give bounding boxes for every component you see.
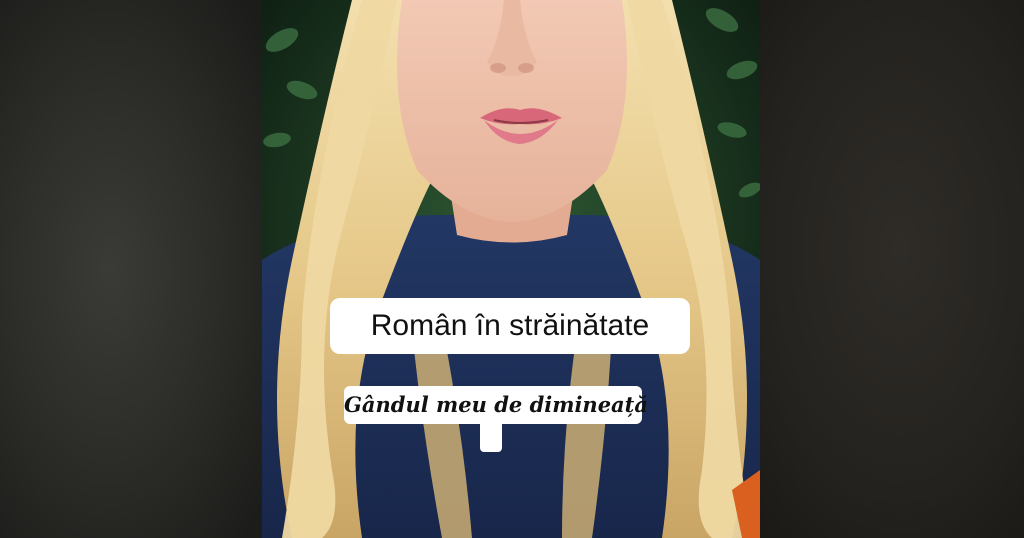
blurred-backdrop-right [760,0,1024,538]
video-frame[interactable]: Român în străinătate Gândul meu de dimin… [262,0,760,538]
caption-subtitle: Gândul meu de dimineață [344,386,648,424]
caption-title: Român în străinătate [330,298,690,354]
blurred-backdrop-left [0,0,262,538]
portrait-photo [262,0,760,538]
video-post: Român în străinătate Gândul meu de dimin… [0,0,1024,538]
caption-pointer [480,424,502,452]
